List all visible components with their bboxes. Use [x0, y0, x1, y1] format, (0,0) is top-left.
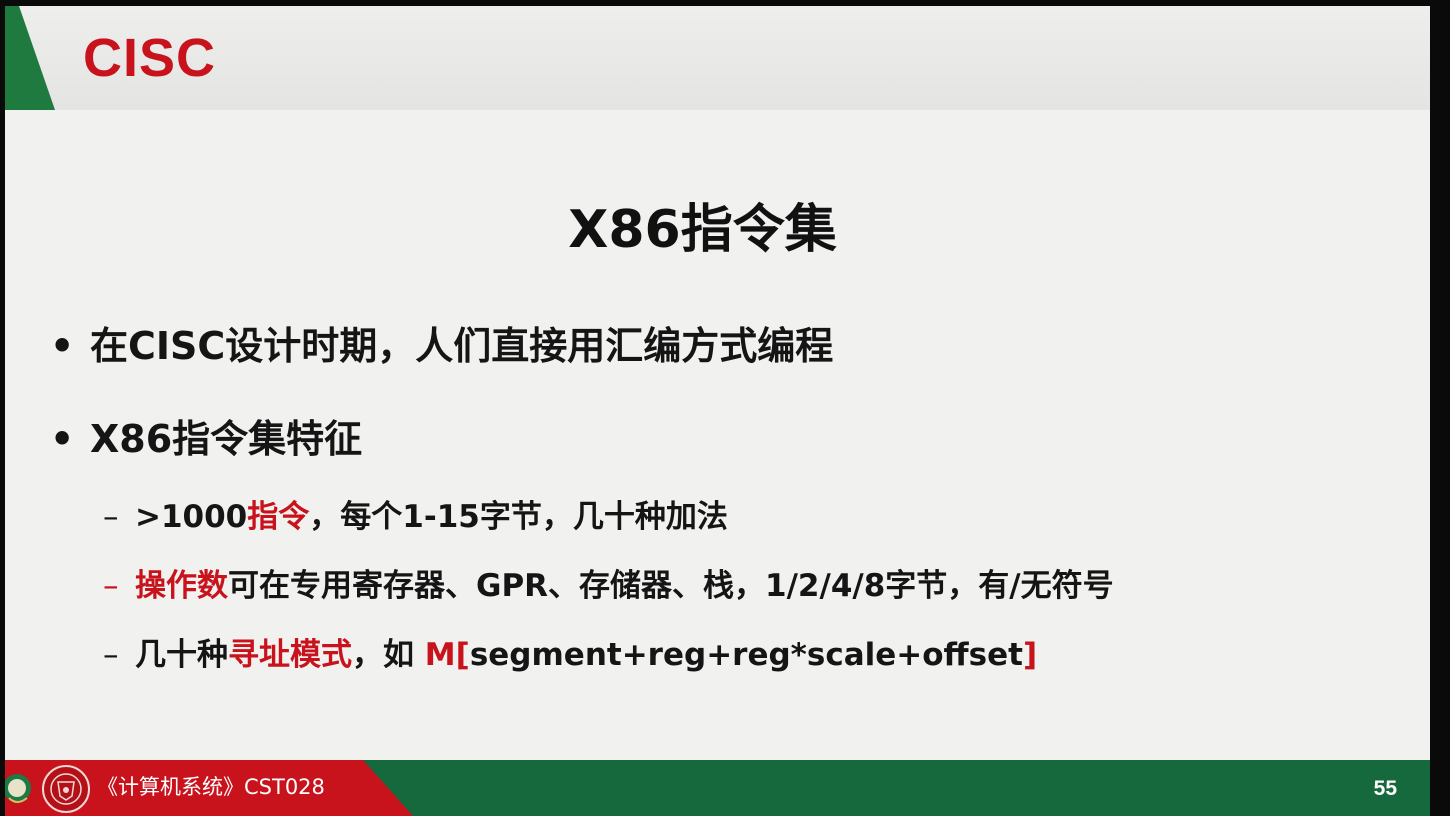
- sub-item-text: 可在专用寄存器、GPR、存储器、栈，1/2/4/8字节，有/无符号: [228, 568, 1114, 604]
- sub-item-highlight: 指令: [247, 499, 310, 535]
- sub-item-text: segment+reg+reg*scale+offset: [469, 637, 1023, 673]
- sub-item-dash: –: [103, 637, 119, 673]
- sub-item-text: ，如: [352, 637, 425, 673]
- slide-heading: CISC: [83, 28, 217, 88]
- bullet-text: X86指令集特征: [90, 417, 363, 461]
- bullet-text: 在CISC设计时期，人们直接用汇编方式编程: [90, 324, 834, 368]
- sub-item-highlight: ]: [1022, 637, 1038, 673]
- page-number: 55: [1373, 777, 1397, 800]
- bullet-item: • 在CISC设计时期，人们直接用汇编方式编程: [50, 322, 833, 370]
- university-seal-icon: [42, 765, 90, 813]
- footer-bar: 《计算机系统》CST028 55: [5, 760, 1430, 816]
- sub-item-highlight: M[: [424, 637, 470, 673]
- sub-item-text: >1000: [135, 499, 248, 535]
- slide: CISC X86指令集 • 在CISC设计时期，人们直接用汇编方式编程 • X86指…: [5, 6, 1430, 816]
- title-accent-shape: [5, 6, 55, 110]
- bullet-item: • X86指令集特征: [50, 415, 362, 463]
- sub-item-text: ，每个1-15字节，几十种加法: [309, 499, 728, 535]
- university-emblem-icon: [5, 774, 31, 803]
- title-bar: CISC: [5, 6, 1430, 110]
- bullet-dot: •: [50, 324, 75, 368]
- sub-item-dash: –: [103, 568, 119, 604]
- sub-item-addressing: – 几十种寻址模式，如 M[segment+reg+reg*scale+offse…: [103, 635, 1037, 675]
- main-title: X86指令集: [568, 200, 837, 260]
- sub-item-instructions: – >1000指令，每个1-15字节，几十种加法: [103, 497, 728, 537]
- bullet-dot: •: [50, 417, 75, 461]
- course-name: 《计算机系统》CST028: [97, 775, 325, 799]
- sub-item-highlight: 操作数: [135, 568, 228, 604]
- sub-item-highlight: 寻址模式: [228, 637, 352, 673]
- sub-item-text: 几十种: [135, 637, 228, 673]
- sub-item-dash: –: [103, 499, 119, 535]
- sub-item-operands: – 操作数可在专用寄存器、GPR、存储器、栈，1/2/4/8字节，有/无符号: [103, 566, 1114, 606]
- slide-content: X86指令集 • 在CISC设计时期，人们直接用汇编方式编程 • X86指令集特征 …: [5, 110, 1430, 760]
